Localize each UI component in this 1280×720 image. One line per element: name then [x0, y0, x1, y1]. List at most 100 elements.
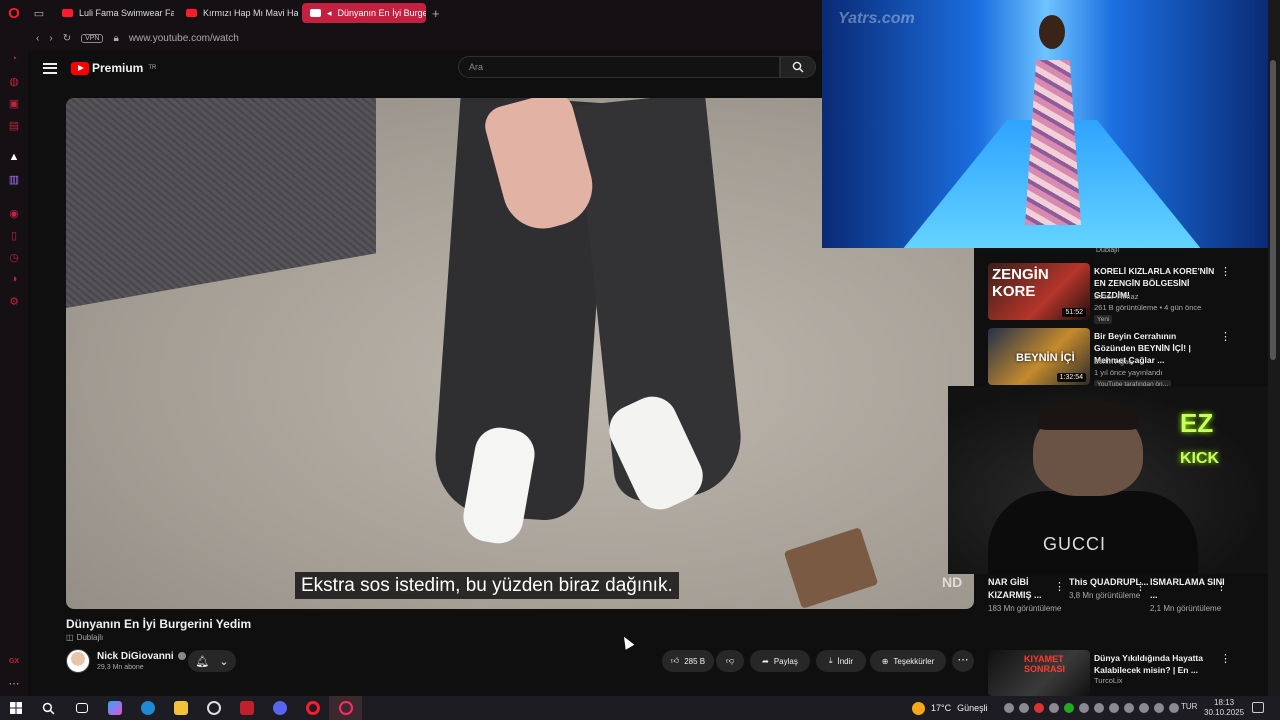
download-button[interactable]: ⤓ İndir — [816, 650, 866, 672]
taskbar-edge[interactable] — [131, 696, 164, 720]
dislike-button[interactable]: 👎︎ — [716, 650, 744, 672]
tray-icon[interactable] — [1019, 703, 1029, 713]
tray-icon[interactable] — [1049, 703, 1059, 713]
short-item[interactable]: NAR GİBİ KIZARMIŞ ... 183 Mn görüntüleme… — [988, 576, 1068, 615]
thumbs-up-icon: 👍︎ — [670, 656, 680, 665]
sidebar-speed-dial-icon[interactable]: ◔ — [7, 52, 21, 66]
thanks-button[interactable]: ⊕ Teşekkürler — [870, 650, 946, 672]
kebab-menu-icon[interactable]: ⋮ — [1220, 330, 1231, 343]
opera-sidebar: ◔ ◍ ▣ ▤ ▲ ▥ ◉ ▯ ◷ ◑ ⚙ GX ⋯ — [0, 26, 28, 696]
sidebar-aria-icon[interactable]: ▲ — [7, 150, 21, 164]
language-indicator[interactable]: TUR — [1181, 702, 1197, 711]
recommendation-channel[interactable]: Sezer Yılmaz — [1094, 292, 1138, 301]
tray-icon[interactable] — [1109, 703, 1119, 713]
kebab-menu-icon[interactable]: ⋮ — [1054, 580, 1065, 593]
tab-burger-active[interactable]: ◂ Dünyanın En İyi Burge — [302, 3, 426, 23]
sidebar-twitch-icon[interactable]: ▥ — [7, 172, 21, 186]
taskbar-search-button[interactable] — [32, 696, 65, 720]
recommendation-thumbnail[interactable]: KIYAMET SONRASI — [988, 650, 1090, 696]
tray-icon[interactable] — [1124, 703, 1134, 713]
dubbed-label: Dublajlı — [76, 633, 104, 642]
tray-icon[interactable] — [1004, 703, 1014, 713]
recommendation-thumbnail[interactable]: BEYNİN İÇİ 1:32:54 — [988, 328, 1090, 385]
streamer-webcam: GUCCI EZ KICK — [948, 386, 1268, 574]
opera-icon — [305, 701, 320, 715]
vpn-badge[interactable]: VPN — [81, 33, 104, 43]
sidebar-settings-icon[interactable]: ⚙ — [7, 294, 21, 308]
system-clock[interactable]: 18:13 30.10.2025 — [1204, 698, 1244, 718]
channel-avatar[interactable] — [66, 649, 90, 673]
weather-widget[interactable]: 17°C Güneşli — [912, 696, 988, 720]
channel-name-wrap[interactable]: Nick DiGiovanni — [97, 651, 187, 662]
like-button[interactable]: 👍︎ 285 B — [662, 650, 714, 672]
task-view-button[interactable] — [65, 696, 98, 720]
tab-kirmizi-hap[interactable]: Kırmızı Hap Mı Mavi Hap — [178, 3, 298, 23]
sidebar-bookmark-icon[interactable]: ▯ — [7, 228, 21, 242]
taskbar-copilot[interactable] — [98, 696, 131, 720]
sidebar-extensions-icon[interactable]: ◑ — [7, 272, 21, 286]
recommendation-item[interactable]: KIYAMET SONRASI Dünya Yıkıldığında Hayat… — [988, 650, 1268, 696]
sidebar-messenger-icon[interactable]: ▣ — [7, 96, 21, 110]
tray-icon[interactable] — [1094, 703, 1104, 713]
tray-icon[interactable] — [1034, 703, 1044, 713]
share-button[interactable]: ➦ Paylaş — [750, 650, 810, 672]
short-item[interactable]: This QUADRUPL... 3,8 Mn görüntüleme ⋮ — [1069, 576, 1149, 602]
kebab-menu-icon[interactable]: ⋮ — [1135, 580, 1146, 593]
tab-swimwear[interactable]: Luli Fama Swimwear Fash — [54, 3, 174, 23]
channel-name[interactable]: Nick DiGiovanni — [97, 651, 174, 662]
kebab-menu-icon[interactable]: ⋮ — [1220, 652, 1231, 665]
tab-workspace-icon[interactable]: ▭ — [28, 2, 50, 24]
recommendation-channel[interactable]: TurcoLix — [1094, 676, 1122, 685]
recommendation-item[interactable]: ZENGİN KORE 51:52 KORELİ KIZLARLA KORE'N… — [988, 263, 1268, 324]
tray-icon[interactable] — [1079, 703, 1089, 713]
short-item[interactable]: ISMARLAMA SINI ... 2,1 Mn görüntüleme ⋮ — [1150, 576, 1230, 615]
page-scrollbar[interactable] — [1268, 0, 1280, 696]
opera-logo-icon[interactable]: O — [0, 0, 28, 26]
tray-icon[interactable] — [1169, 703, 1179, 713]
clock-time: 18:13 — [1214, 698, 1235, 707]
tray-icon[interactable] — [1154, 703, 1164, 713]
youtube-premium-logo[interactable]: Premium TR — [71, 61, 156, 75]
kebab-menu-icon[interactable]: ⋮ — [1220, 265, 1231, 278]
more-actions-button[interactable]: ⋯ — [952, 650, 974, 672]
task-view-icon — [75, 703, 88, 713]
tray-icon[interactable] — [1139, 703, 1149, 713]
taskbar-opera[interactable] — [296, 696, 329, 720]
kebab-menu-icon[interactable]: ⋮ — [1216, 580, 1227, 593]
menu-icon[interactable] — [43, 62, 57, 74]
taskbar-discord[interactable] — [263, 696, 296, 720]
speaker-icon: ◂ — [327, 7, 332, 18]
windows-taskbar: 17°C Güneşli TUR 18:13 30.10.2025 — [0, 696, 1280, 720]
pip-runway-video[interactable]: Yatrs.com — [822, 0, 1270, 248]
sidebar-more-icon[interactable]: ⋯ — [7, 676, 21, 690]
url-field[interactable]: www.youtube.com/watch — [129, 33, 239, 44]
scrollbar-thumb[interactable] — [1270, 60, 1276, 360]
system-tray[interactable] — [1004, 703, 1179, 713]
sidebar-player-icon[interactable]: ◉ — [7, 206, 21, 220]
reload-icon[interactable]: ↻ — [63, 33, 71, 44]
video-duration: 1:32:54 — [1056, 373, 1086, 382]
recommendation-thumbnail[interactable]: ZENGİN KORE 51:52 — [988, 263, 1090, 320]
sidebar-gx-label: GX — [8, 657, 20, 665]
forward-arrow-icon[interactable]: › — [49, 33, 52, 44]
taskbar-app-clock[interactable] — [197, 696, 230, 720]
youtube-header: Premium TR Ara — [28, 50, 824, 86]
search-button[interactable] — [780, 56, 816, 78]
subscribed-bell-button[interactable]: 🔔︎ ⌄ — [188, 650, 236, 672]
sidebar-bag-icon[interactable]: ◍ — [7, 74, 21, 88]
recommendation-channel[interactable]: Evrim Ağacı — [1094, 357, 1134, 366]
start-button[interactable] — [0, 696, 32, 720]
tray-icon[interactable] — [1064, 703, 1074, 713]
sidebar-news-icon[interactable]: ▤ — [7, 118, 21, 132]
recommendation-item[interactable]: BEYNİN İÇİ 1:32:54 Bir Beyin Cerrahının … — [988, 328, 1268, 389]
search-input[interactable]: Ara — [458, 56, 780, 78]
taskbar-app-video[interactable] — [230, 696, 263, 720]
back-arrow-icon[interactable]: ‹ — [36, 33, 39, 44]
taskbar-explorer[interactable] — [164, 696, 197, 720]
recommendation-title[interactable]: Dünya Yıkıldığında Hayatta Kalabilecek m… — [1094, 652, 1220, 676]
download-label: İndir — [837, 656, 854, 666]
notification-icon[interactable] — [1252, 702, 1264, 713]
taskbar-opera-gx[interactable] — [329, 696, 362, 720]
sidebar-history-icon[interactable]: ◷ — [7, 250, 21, 264]
new-tab-button[interactable]: + — [432, 6, 440, 21]
